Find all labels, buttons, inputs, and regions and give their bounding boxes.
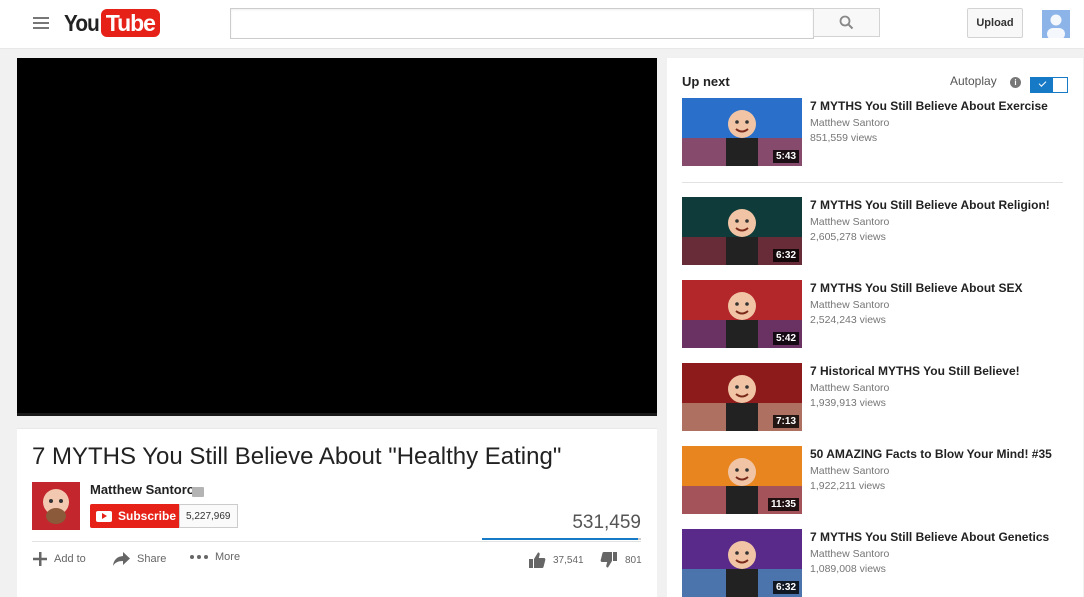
recommended-video-channel[interactable]: Matthew Santoro	[810, 548, 889, 560]
recommended-video-views: 851,559 views	[810, 132, 878, 144]
like-sentiment-bar	[482, 538, 641, 540]
recommended-video-title[interactable]: 7 MYTHS You Still Believe About Exercise	[810, 99, 1048, 113]
toggle-check-icon	[1031, 78, 1053, 92]
video-player[interactable]	[17, 58, 657, 416]
video-duration: 11:35	[767, 498, 799, 511]
share-button[interactable]: Share	[112, 551, 166, 567]
info-icon[interactable]: i	[1010, 77, 1021, 88]
recommended-video-views: 1,089,008 views	[810, 563, 886, 575]
channel-name-link[interactable]: Matthew Santoro	[90, 482, 195, 497]
recommended-video[interactable]: 6:32 7 MYTHS You Still Believe About Gene…	[682, 529, 1072, 597]
actions-divider	[32, 541, 641, 542]
subscriber-count: 5,227,969	[179, 504, 238, 528]
like-count: 37,541	[553, 554, 584, 566]
recommended-video[interactable]: 6:32 7 MYTHS You Still Believe About Reli…	[682, 197, 1072, 267]
video-title: 7 MYTHS You Still Believe About "Healthy…	[32, 443, 562, 470]
recommended-video-views: 1,939,913 views	[810, 397, 886, 409]
logo-tube-text: Tube	[100, 9, 160, 37]
recommended-video-views: 2,605,278 views	[810, 231, 886, 243]
recommended-video[interactable]: 11:35 50 AMAZING Facts to Blow Your Mind!…	[682, 446, 1072, 516]
upload-button[interactable]: Upload	[967, 8, 1023, 38]
masthead: You Tube Upload	[0, 0, 1084, 49]
youtube-play-icon	[96, 510, 112, 522]
recommended-video-channel[interactable]: Matthew Santoro	[810, 117, 889, 129]
search-input[interactable]	[230, 8, 814, 39]
watch-sidebar: Up next Autoplay i 5:43 7 MYTHS You Still…	[667, 58, 1083, 597]
add-to-button[interactable]: Add to	[32, 551, 86, 567]
video-thumbnail[interactable]: 7:13	[682, 363, 802, 431]
recommended-video-views: 2,524,243 views	[810, 314, 886, 326]
share-label: Share	[137, 553, 167, 565]
video-duration: 5:43	[772, 150, 799, 163]
recommended-video[interactable]: 5:43 7 MYTHS You Still Believe About Exer…	[682, 98, 1072, 168]
user-avatar[interactable]	[1042, 10, 1070, 38]
video-thumbnail[interactable]: 5:42	[682, 280, 802, 348]
recommended-video-title[interactable]: 7 MYTHS You Still Believe About Religion…	[810, 198, 1050, 212]
like-sentiment-fill	[482, 538, 638, 540]
autoplay-toggle[interactable]	[1030, 77, 1068, 93]
video-duration: 6:32	[772, 581, 799, 594]
more-dots-icon	[190, 555, 208, 559]
recommended-video-channel[interactable]: Matthew Santoro	[810, 465, 889, 477]
dislike-button[interactable]: 801	[600, 551, 642, 569]
more-button[interactable]: More	[189, 551, 240, 563]
plus-icon	[33, 552, 47, 566]
guide-menu-icon[interactable]	[33, 17, 49, 31]
channel-avatar[interactable]	[32, 482, 80, 530]
up-next-separator	[682, 182, 1063, 183]
search-button[interactable]	[813, 8, 880, 37]
recommended-video-title[interactable]: 7 MYTHS You Still Believe About Genetics	[810, 530, 1049, 544]
subscribe-label: Subscribe	[118, 509, 177, 523]
search-icon	[839, 15, 854, 30]
player-progress-bar[interactable]	[17, 413, 657, 416]
video-thumbnail[interactable]: 5:43	[682, 98, 802, 166]
like-button[interactable]: 37,541	[528, 551, 584, 569]
subscribe-button[interactable]: Subscribe	[90, 504, 185, 528]
share-icon	[113, 552, 130, 566]
thumbs-down-icon	[600, 552, 617, 568]
video-duration: 5:42	[772, 332, 799, 345]
thumbs-up-icon	[529, 552, 546, 568]
watch-info-card: 7 MYTHS You Still Believe About "Healthy…	[17, 428, 657, 597]
verified-icon	[192, 487, 204, 497]
recommended-video[interactable]: 7:13 7 Historical MYTHS You Still Believe…	[682, 363, 1072, 433]
video-duration: 6:32	[772, 249, 799, 262]
youtube-logo[interactable]: You Tube	[64, 9, 160, 37]
view-count: 531,459	[572, 512, 641, 533]
video-thumbnail[interactable]: 6:32	[682, 529, 802, 597]
recommended-video-channel[interactable]: Matthew Santoro	[810, 216, 889, 228]
recommended-video-channel[interactable]: Matthew Santoro	[810, 382, 889, 394]
video-thumbnail[interactable]: 6:32	[682, 197, 802, 265]
recommended-video[interactable]: 5:42 7 MYTHS You Still Believe About SEX M…	[682, 280, 1072, 350]
recommended-video-channel[interactable]: Matthew Santoro	[810, 299, 889, 311]
more-label: More	[215, 551, 241, 563]
up-next-heading: Up next	[682, 74, 730, 89]
dislike-count: 801	[625, 554, 642, 566]
add-to-label: Add to	[54, 553, 86, 565]
video-thumbnail[interactable]: 11:35	[682, 446, 802, 514]
logo-you-text: You	[64, 9, 100, 36]
video-duration: 7:13	[772, 415, 799, 428]
recommended-video-title[interactable]: 7 Historical MYTHS You Still Believe!	[810, 364, 1020, 378]
recommended-video-title[interactable]: 50 AMAZING Facts to Blow Your Mind! #35	[810, 447, 1052, 461]
autoplay-label: Autoplay	[950, 74, 997, 88]
recommended-video-views: 1,922,211 views	[810, 480, 886, 492]
recommended-video-title[interactable]: 7 MYTHS You Still Believe About SEX	[810, 281, 1022, 295]
